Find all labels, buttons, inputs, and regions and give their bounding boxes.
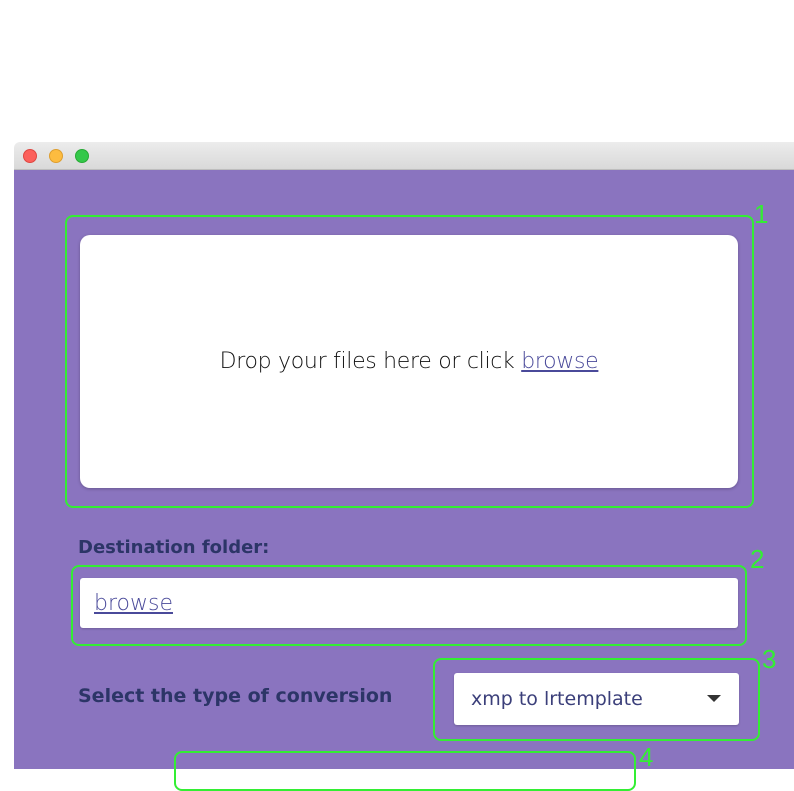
annotation-label-4: 4 [639,742,654,772]
annotation-box-2 [71,565,747,646]
conversion-type-label: Select the type of conversion [78,685,393,707]
maximize-window-button[interactable] [75,149,89,163]
annotation-label-3: 3 [762,644,777,674]
close-window-button[interactable] [23,149,37,163]
annotation-label-2: 2 [750,544,765,574]
annotation-label-1: 1 [754,199,769,229]
title-bar[interactable] [14,142,794,170]
annotation-box-3 [433,658,760,741]
annotation-box-4 [174,751,636,791]
destination-folder-label: Destination folder: [78,537,270,558]
minimize-window-button[interactable] [49,149,63,163]
annotation-box-1 [65,215,754,508]
